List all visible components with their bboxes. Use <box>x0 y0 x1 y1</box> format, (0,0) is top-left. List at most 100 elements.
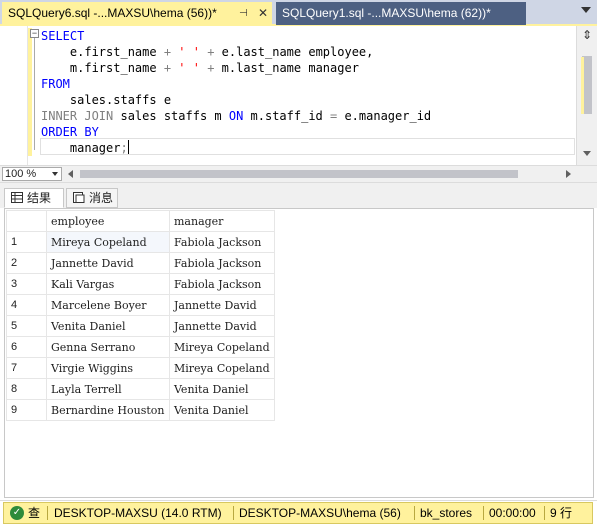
code-line[interactable]: FROM <box>41 76 431 92</box>
manager-cell[interactable]: Fabiola Jackson <box>169 252 275 274</box>
employee-cell[interactable]: Mireya Copeland <box>46 231 170 253</box>
employee-cell[interactable]: Kali Vargas <box>46 273 170 295</box>
code-token: + <box>199 61 222 75</box>
code-token: SELECT <box>41 29 85 43</box>
row-number-cell[interactable]: 1 <box>6 231 47 253</box>
manager-cell[interactable]: Venita Daniel <box>169 378 275 400</box>
column-header-manager[interactable]: manager <box>169 210 275 232</box>
collapse-outline-icon[interactable]: − <box>30 29 39 38</box>
document-tab-strip: SQLQuery6.sql -...MAXSU\hema (56))* ⊣ ✕ … <box>0 0 597 26</box>
code-line[interactable]: m.first_name + ' ' + m.last_name manager <box>41 60 431 76</box>
results-tab-strip: 结果 消息 <box>0 182 597 208</box>
code-token: + <box>163 45 179 59</box>
code-line[interactable]: sales.staffs e <box>41 92 431 108</box>
code-token: ON <box>228 109 244 123</box>
split-window-icon[interactable]: ⇕ <box>579 28 595 42</box>
employee-cell[interactable]: Genna Serrano <box>46 336 170 358</box>
code-token: ; <box>120 141 128 155</box>
manager-cell[interactable]: Fabiola Jackson <box>169 273 275 295</box>
table-row[interactable]: 7 Virgie Wiggins Mireya Copeland <box>6 357 275 379</box>
table-row[interactable]: 9 Bernardine Houston Venita Daniel <box>6 399 275 421</box>
employee-cell[interactable]: Bernardine Houston <box>46 399 170 421</box>
divider <box>47 506 48 520</box>
scrollbar-change-mark <box>581 57 584 114</box>
code-token: INNER JOIN <box>41 109 114 123</box>
status-elapsed: 00:00:00 <box>489 506 536 520</box>
employee-cell[interactable]: Marcelene Boyer <box>46 294 170 316</box>
code-token: ORDER BY <box>41 125 99 139</box>
tab-list-dropdown-icon[interactable] <box>581 7 591 13</box>
employee-cell[interactable]: Jannette David <box>46 252 170 274</box>
code-token: FROM <box>41 77 70 91</box>
table-row[interactable]: 1 Mireya Copeland Fabiola Jackson <box>6 231 275 253</box>
employee-cell[interactable]: Virgie Wiggins <box>46 357 170 379</box>
code-line[interactable]: manager; <box>41 140 431 156</box>
grid-icon <box>11 192 23 203</box>
messages-icon <box>73 192 85 203</box>
code-token: + <box>163 61 179 75</box>
manager-cell[interactable]: Fabiola Jackson <box>169 231 275 253</box>
status-server: DESKTOP-MAXSU (14.0 RTM) <box>54 506 222 520</box>
column-header-employee[interactable]: employee <box>46 210 170 232</box>
code-line[interactable]: e.first_name + ' ' + e.last_name employe… <box>41 44 431 60</box>
close-icon[interactable]: ✕ <box>258 2 268 25</box>
employee-cell[interactable]: Venita Daniel <box>46 315 170 337</box>
status-user: DESKTOP-MAXSU\hema (56) <box>239 506 401 520</box>
tab-label: SQLQuery1.sql -...MAXSU\hema (62))* <box>282 6 491 20</box>
status-row-count: 9 行 <box>550 506 573 520</box>
code-line[interactable]: INNER JOIN sales staffs m ON m.staff_id … <box>41 108 431 124</box>
tab-messages[interactable]: 消息 <box>66 188 118 208</box>
pin-icon[interactable]: ⊣ <box>239 2 248 25</box>
scroll-down-icon[interactable] <box>583 151 591 156</box>
horizontal-scrollbar-thumb[interactable] <box>80 170 518 178</box>
row-number-cell[interactable]: 3 <box>6 273 47 295</box>
code-token: m.first_name <box>41 61 164 75</box>
row-number-cell[interactable]: 8 <box>6 378 47 400</box>
code-token: e.first_name <box>41 45 164 59</box>
divider <box>483 506 484 520</box>
tab-results[interactable]: 结果 <box>4 188 64 208</box>
scroll-right-icon[interactable] <box>566 170 571 178</box>
code-line[interactable]: SELECT <box>41 28 431 44</box>
sql-code[interactable]: SELECT e.first_name + ' ' + e.last_name … <box>41 28 431 156</box>
editor-vertical-scrollbar[interactable]: ⇕ <box>576 26 597 165</box>
employee-cell[interactable]: Layla Terrell <box>46 378 170 400</box>
table-row[interactable]: 5 Venita Daniel Jannette David <box>6 315 275 337</box>
table-row[interactable]: 8 Layla Terrell Venita Daniel <box>6 378 275 400</box>
table-row[interactable]: 4 Marcelene Boyer Jannette David <box>6 294 275 316</box>
manager-cell[interactable]: Jannette David <box>169 315 275 337</box>
code-token: sales staffs m <box>113 109 229 123</box>
tab-results-label: 结果 <box>27 191 52 205</box>
manager-cell[interactable]: Jannette David <box>169 294 275 316</box>
table-row[interactable]: 2 Jannette David Fabiola Jackson <box>6 252 275 274</box>
row-number-cell[interactable]: 6 <box>6 336 47 358</box>
code-line[interactable]: ORDER BY <box>41 124 431 140</box>
scroll-left-icon[interactable] <box>68 170 73 178</box>
row-number-cell[interactable]: 5 <box>6 315 47 337</box>
tab-sqlquery6[interactable]: SQLQuery6.sql -...MAXSU\hema (56))* ⊣ ✕ <box>2 2 272 25</box>
zoom-select[interactable]: 100 % <box>2 167 62 181</box>
table-row[interactable]: 6 Genna Serrano Mireya Copeland <box>6 336 275 358</box>
tab-label: SQLQuery6.sql -...MAXSU\hema (56))* <box>8 6 217 20</box>
row-number-cell[interactable]: 2 <box>6 252 47 274</box>
success-check-icon: ✓ <box>10 506 24 520</box>
row-number-cell[interactable]: 7 <box>6 357 47 379</box>
code-token: m.last_name manager <box>221 61 359 75</box>
code-token: e.manager_id <box>337 109 432 123</box>
status-database: bk_stores <box>420 506 473 520</box>
row-number-cell[interactable]: 4 <box>6 294 47 316</box>
results-grid: employee manager 1 Mireya Copeland Fabiola… <box>6 210 275 421</box>
row-number-header[interactable] <box>6 210 47 232</box>
code-token: manager <box>41 141 121 155</box>
status-bar: ✓ 查 DESKTOP-MAXSU (14.0 RTM) DESKTOP-MAX… <box>0 500 597 527</box>
row-number-cell[interactable]: 9 <box>6 399 47 421</box>
tab-sqlquery1[interactable]: SQLQuery1.sql -...MAXSU\hema (62))* <box>276 2 526 25</box>
query-editor[interactable]: − SELECT e.first_name + ' ' + e.last_nam… <box>0 26 597 165</box>
manager-cell[interactable]: Mireya Copeland <box>169 336 275 358</box>
table-row[interactable]: 3 Kali Vargas Fabiola Jackson <box>6 273 275 295</box>
manager-cell[interactable]: Venita Daniel <box>169 399 275 421</box>
code-token: ' ' <box>178 45 200 59</box>
status-state: 查 <box>28 506 41 520</box>
manager-cell[interactable]: Mireya Copeland <box>169 357 275 379</box>
editor-zoom-bar: 100 % <box>0 165 597 182</box>
